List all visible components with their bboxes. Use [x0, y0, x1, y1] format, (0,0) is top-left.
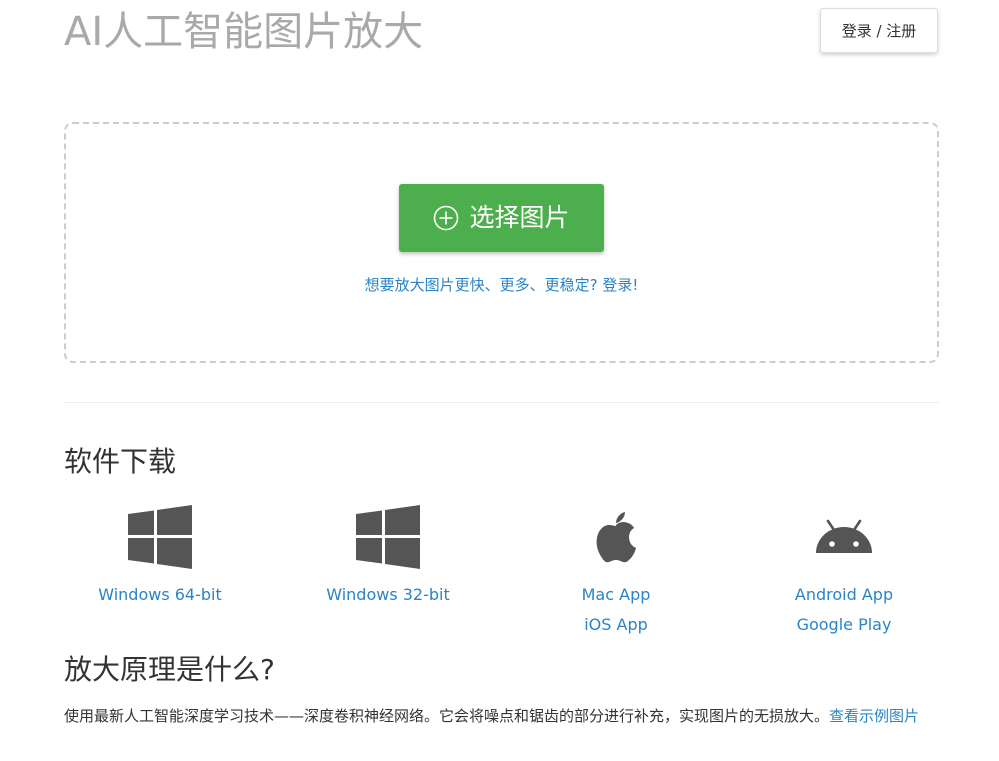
downloads-heading: 软件下载: [64, 445, 177, 478]
download-android: Android App Google Play: [744, 500, 944, 634]
login-hint-link[interactable]: 想要放大图片更快、更多、更稳定? 登录!: [64, 274, 939, 296]
section-divider: [64, 402, 939, 403]
android-icon: [744, 500, 944, 574]
download-windows-32: Windows 32-bit: [288, 500, 488, 604]
login-register-button[interactable]: 登录 / 注册: [820, 8, 938, 53]
download-apple: Mac App iOS App: [516, 500, 716, 634]
mac-app-link[interactable]: Mac App: [516, 580, 716, 610]
google-play-link[interactable]: Google Play: [744, 610, 944, 640]
principle-description: 使用最新人工智能深度学习技术——深度卷积神经网络。它会将噪点和锯齿的部分进行补充…: [64, 701, 939, 731]
select-image-button[interactable]: 选择图片: [399, 184, 604, 252]
windows-64-link[interactable]: Windows 64-bit: [60, 580, 260, 610]
download-windows-64: Windows 64-bit: [60, 500, 260, 604]
site-title: AI人工智能图片放大: [64, 9, 424, 55]
android-app-link[interactable]: Android App: [744, 580, 944, 610]
select-image-label: 选择图片: [469, 203, 570, 232]
apple-icon: [516, 500, 716, 574]
plus-circle-icon: [433, 205, 459, 231]
ios-app-link[interactable]: iOS App: [516, 610, 716, 640]
view-examples-link[interactable]: 查看示例图片: [829, 707, 919, 725]
windows-icon: [60, 500, 260, 574]
windows-icon: [288, 500, 488, 574]
principle-heading: 放大原理是什么?: [64, 653, 275, 686]
windows-32-link[interactable]: Windows 32-bit: [288, 580, 488, 610]
principle-text: 使用最新人工智能深度学习技术——深度卷积神经网络。它会将噪点和锯齿的部分进行补充…: [64, 707, 830, 725]
